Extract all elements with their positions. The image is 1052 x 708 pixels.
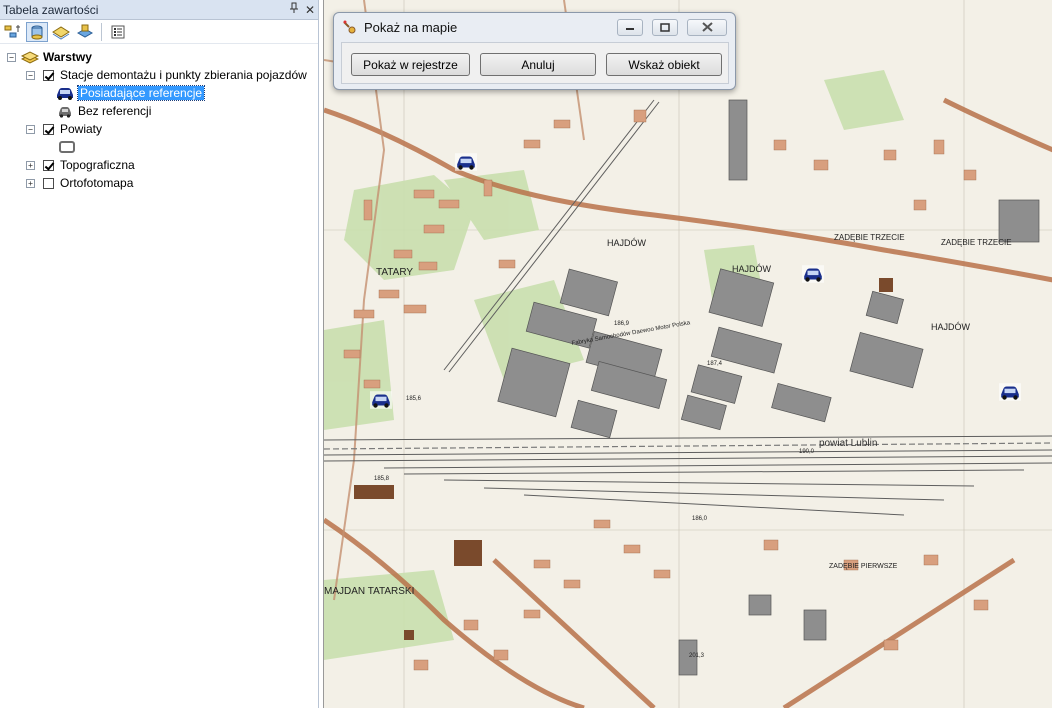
list-by-drawing-order-button[interactable] bbox=[2, 22, 24, 42]
root-layer-label[interactable]: Warstwy bbox=[43, 50, 92, 64]
options-icon bbox=[111, 25, 125, 38]
map-label-hajdow: HAJDÓW bbox=[931, 322, 971, 332]
map-label-tatary: TATARY bbox=[376, 267, 413, 278]
minimize-icon bbox=[626, 28, 634, 30]
map-label-powiat: powiat Lublin bbox=[819, 438, 877, 449]
close-button[interactable] bbox=[687, 18, 727, 36]
map-elevation: 186,0 bbox=[692, 516, 708, 522]
list-by-source-icon bbox=[31, 25, 43, 39]
toc-title: Tabela zawartości bbox=[3, 2, 99, 17]
map-tool-icon bbox=[343, 20, 356, 34]
map-label-hajdow: HAJDÓW bbox=[607, 238, 647, 248]
layer-visibility-checkbox[interactable] bbox=[43, 69, 54, 81]
pin-icon[interactable] bbox=[286, 2, 302, 17]
list-by-source-button[interactable] bbox=[26, 21, 48, 42]
toc-toolbar bbox=[0, 20, 318, 44]
close-icon[interactable]: ✕ bbox=[302, 3, 318, 17]
map-elevation: 186,9 bbox=[614, 321, 630, 327]
list-by-selection-icon bbox=[76, 24, 94, 38]
collapse-expander[interactable]: − bbox=[26, 70, 35, 80]
map-label-zadebie-trzecie: ZADĘBIE TRZECIE bbox=[941, 238, 1012, 247]
layer-visibility-checkbox[interactable] bbox=[43, 177, 54, 189]
close-icon bbox=[701, 22, 713, 32]
expand-expander[interactable]: + bbox=[26, 178, 35, 188]
tree-node-ortofotomapa: + Ortofotomapa bbox=[26, 174, 133, 192]
car-marker-icon[interactable] bbox=[802, 265, 824, 283]
tree-node-posiadajace: Posiadające referencje bbox=[55, 84, 206, 102]
tree-node-warstwy: − Warstwy bbox=[7, 48, 92, 66]
collapse-expander[interactable]: − bbox=[7, 52, 16, 62]
car-marker-icon[interactable] bbox=[370, 391, 392, 409]
map-label-zadebie-trzecie: ZADĘBIE TRZECIE bbox=[834, 233, 905, 242]
legend-class-label[interactable]: Bez referencji bbox=[78, 104, 151, 118]
maximize-button[interactable] bbox=[652, 18, 678, 36]
tree-node-topograficzna: + Topograficzna bbox=[26, 156, 135, 174]
tree-node-powiaty-symbol bbox=[58, 138, 76, 156]
maximize-icon bbox=[660, 22, 670, 32]
dialog-title-bar[interactable]: Pokaż na mapie bbox=[334, 13, 735, 41]
layer-label[interactable]: Ortofotomapa bbox=[60, 176, 133, 190]
list-by-selection-button[interactable] bbox=[74, 22, 96, 42]
table-of-contents-panel: Tabela zawartości ✕ − Warstwy − Stacje d… bbox=[0, 0, 319, 708]
map-label-majdan-tatarski: MAJDAN TATARSKI bbox=[324, 586, 414, 597]
list-by-drawing-order-icon bbox=[4, 24, 20, 37]
map-view[interactable]: HAJDÓW HAJDÓW HAJDÓW TATARY ZADĘBIE TRZE… bbox=[323, 0, 1052, 708]
tree-node-stacje: − Stacje demontażu i punkty zbierania po… bbox=[26, 66, 307, 84]
topographic-map: HAJDÓW HAJDÓW HAJDÓW TATARY ZADĘBIE TRZE… bbox=[324, 0, 1052, 708]
layer-label[interactable]: Stacje demontażu i punkty zbierania poja… bbox=[60, 68, 307, 82]
identify-object-button[interactable]: Wskaż obiekt bbox=[606, 53, 722, 76]
list-by-visibility-button[interactable] bbox=[50, 22, 72, 42]
toolbar-separator bbox=[101, 22, 102, 41]
dialog-body: Pokaż w rejestrze Anuluj Wskaż obiekt bbox=[341, 42, 729, 84]
options-button[interactable] bbox=[107, 22, 129, 42]
layers-icon bbox=[21, 51, 39, 64]
minimize-button[interactable] bbox=[617, 18, 643, 36]
map-elevation: 185,6 bbox=[406, 396, 422, 402]
car-icon bbox=[57, 88, 73, 100]
layer-visibility-checkbox[interactable] bbox=[43, 123, 54, 135]
toc-title-bar: Tabela zawartości ✕ bbox=[0, 0, 318, 20]
car-marker-icon[interactable] bbox=[999, 383, 1021, 401]
show-in-register-button[interactable]: Pokaż w rejestrze bbox=[351, 53, 470, 76]
map-label-hajdow: HAJDÓW bbox=[732, 264, 772, 274]
layer-visibility-checkbox[interactable] bbox=[43, 159, 54, 171]
map-elevation: 185,8 bbox=[374, 476, 390, 482]
car-marker-icon[interactable] bbox=[455, 153, 477, 171]
legend-class-label[interactable]: Posiadające referencje bbox=[76, 85, 206, 101]
map-elevation: 190,0 bbox=[799, 449, 815, 455]
map-elevation: 187,4 bbox=[707, 361, 723, 367]
show-on-map-dialog: Pokaż na mapie Pokaż w rejestrze Anuluj … bbox=[333, 12, 736, 90]
polygon-symbol-icon bbox=[59, 141, 75, 153]
layer-label[interactable]: Powiaty bbox=[60, 122, 102, 136]
layer-label[interactable]: Topograficzna bbox=[60, 158, 135, 172]
cancel-button[interactable]: Anuluj bbox=[480, 53, 596, 76]
dialog-title: Pokaż na mapie bbox=[364, 19, 458, 35]
map-elevation: 201,3 bbox=[689, 653, 705, 659]
tree-node-powiaty: − Powiaty bbox=[26, 120, 102, 138]
list-by-visibility-icon bbox=[52, 25, 70, 40]
collapse-expander[interactable]: − bbox=[26, 124, 35, 134]
car-gray-icon bbox=[59, 107, 71, 118]
map-label-zadebie-pierwsze: ZADĘBIE PIERWSZE bbox=[829, 563, 898, 570]
tree-node-bez-referencji: Bez referencji bbox=[55, 102, 151, 120]
expand-expander[interactable]: + bbox=[26, 160, 35, 170]
